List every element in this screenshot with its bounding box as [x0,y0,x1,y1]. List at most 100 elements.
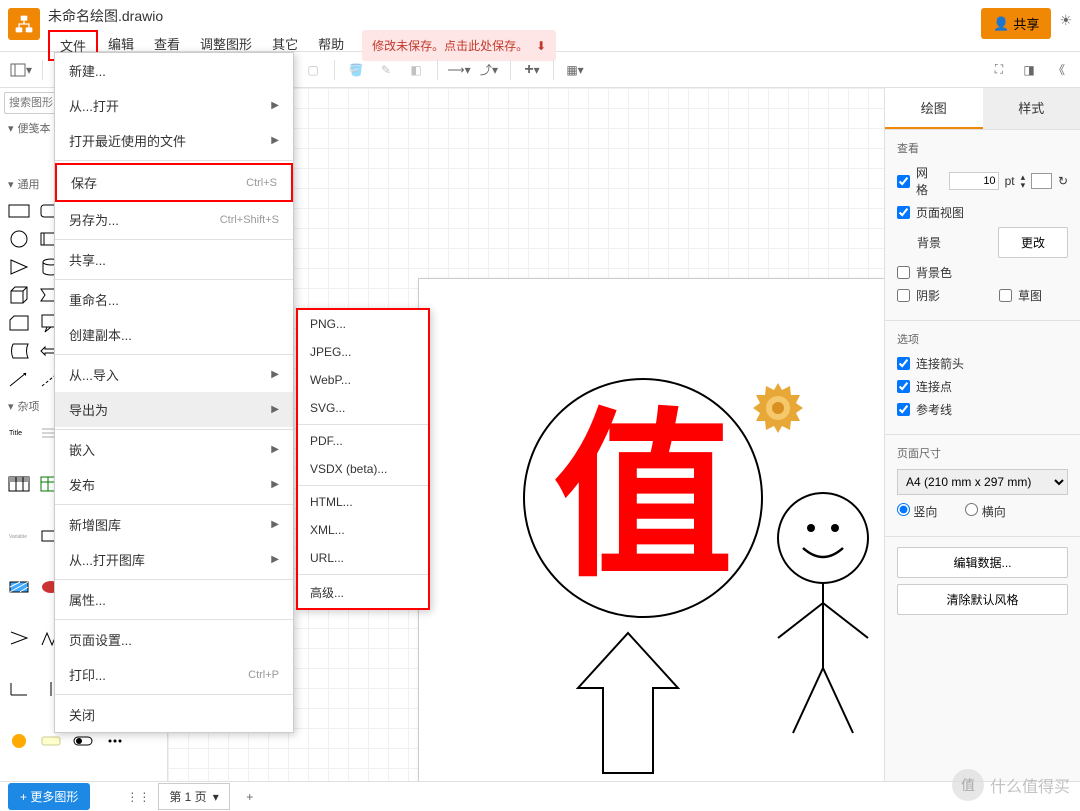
line-color-icon[interactable]: ✎ [373,57,399,83]
page-format-select[interactable]: A4 (210 mm x 297 mm) [897,469,1068,495]
more-shapes-button[interactable]: + 更多图形 [8,783,90,810]
clear-style-button[interactable]: 清除默认风格 [897,584,1068,615]
menu-import[interactable]: 从...导入▶ [55,357,293,392]
waypoint-icon[interactable]: ⤴▾ [476,57,502,83]
canvas-zhi-circle[interactable]: 值 [523,378,763,618]
canvas-gear[interactable] [748,378,808,438]
export-png[interactable]: PNG... [298,310,428,338]
menu-props[interactable]: 属性... [55,582,293,617]
shape-misc-line2[interactable] [4,676,34,702]
bgcolor-label: 背景色 [916,264,952,281]
shape-misc-hatch1[interactable] [4,574,34,600]
shape-card[interactable] [4,310,34,336]
conn-arrows-checkbox[interactable] [897,357,910,370]
tab-style[interactable]: 样式 [983,88,1080,129]
pageview-checkbox[interactable] [897,206,910,219]
menu-open-from[interactable]: 从...打开▶ [55,88,293,123]
export-svg[interactable]: SVG... [298,394,428,422]
watermark-text: 什么值得买 [990,773,1070,797]
menu-rename[interactable]: 重命名... [55,282,293,317]
shape-misc-table2[interactable] [4,471,34,497]
svg-text:Variable: Variable [9,534,27,540]
menu-new[interactable]: 新建... [55,53,293,88]
shape-line-arrow1[interactable] [4,366,34,392]
format-panel: 绘图 样式 查看 网格 pt ▴▾ ↻ 页面视图 背景 [884,88,1080,781]
change-bg-button[interactable]: 更改 [998,227,1068,258]
grid-checkbox[interactable] [897,175,910,188]
shape-misc-angle[interactable] [4,625,34,651]
add-page-icon[interactable]: + [238,785,262,809]
menu-page-setup[interactable]: 页面设置... [55,622,293,657]
landscape-radio[interactable] [965,503,978,516]
collapse-icon[interactable]: 《 [1046,57,1072,83]
connection-icon[interactable]: ⟶▾ [446,57,472,83]
export-url[interactable]: URL... [298,544,428,572]
app-logo[interactable] [8,8,40,40]
add-icon[interactable]: +▾ [519,57,545,83]
table-icon[interactable]: ▦▾ [562,57,588,83]
watermark-icon: 值 [952,769,984,801]
export-html[interactable]: HTML... [298,488,428,516]
fullscreen-icon[interactable]: ⛶ [986,57,1012,83]
sketch-checkbox[interactable] [999,289,1012,302]
menu-close[interactable]: 关闭 [55,697,293,732]
export-xml[interactable]: XML... [298,516,428,544]
bgcolor-checkbox[interactable] [897,266,910,279]
menu-print[interactable]: 打印...Ctrl+P [55,657,293,692]
export-webp[interactable]: WebP... [298,366,428,394]
landscape-label: 横向 [982,505,1006,519]
shape-rect[interactable] [4,198,34,224]
export-vsdx[interactable]: VSDX (beta)... [298,455,428,483]
portrait-radio[interactable] [897,503,910,516]
guides-label: 参考线 [916,401,952,418]
chevron-right-icon: ▶ [271,369,279,380]
edit-data-button[interactable]: 编辑数据... [897,547,1068,578]
back-icon[interactable]: ▢ [300,57,326,83]
sidebar-toggle-icon[interactable]: ▾ [8,57,34,83]
theme-toggle-icon[interactable]: ☀ [1059,12,1072,29]
menu-open-lib[interactable]: 从...打开图库▶ [55,542,293,577]
page-menu-icon[interactable]: ⋮⋮ [126,785,150,809]
download-icon: ⬇ [536,39,546,53]
conn-points-checkbox[interactable] [897,380,910,393]
shape-circle[interactable] [4,226,34,252]
menu-save-as[interactable]: 另存为...Ctrl+Shift+S [55,202,293,237]
shape-misc-title[interactable]: Title [4,420,34,446]
menu-embed[interactable]: 嵌入▶ [55,432,293,467]
shadow-icon[interactable]: ◧ [403,57,429,83]
grid-color-swatch[interactable] [1031,173,1052,189]
shape-data-storage[interactable] [4,338,34,364]
fill-icon[interactable]: 🪣 [343,57,369,83]
svg-text:Title: Title [9,430,22,437]
canvas-stick-figure[interactable] [763,488,883,741]
chevron-down-icon: ▾ [213,790,219,804]
menu-share[interactable]: 共享... [55,242,293,277]
format-panel-icon[interactable]: ◨ [1016,57,1042,83]
export-pdf[interactable]: PDF... [298,427,428,455]
page-tab[interactable]: 第 1 页 ▾ [158,783,229,810]
shape-gear-gold2[interactable] [4,728,34,754]
menu-export[interactable]: 导出为▶ [55,392,293,427]
canvas-arrow[interactable] [568,628,688,781]
export-advanced[interactable]: 高级... [298,577,428,608]
grid-size-input[interactable] [949,172,999,190]
export-jpeg[interactable]: JPEG... [298,338,428,366]
menu-copy[interactable]: 创建副本... [55,317,293,352]
share-button[interactable]: 👤 共享 [981,8,1051,39]
filename[interactable]: 未命名绘图.drawio [48,4,981,30]
grid-reset-icon[interactable]: ↻ [1058,174,1068,188]
shadow-checkbox[interactable] [897,289,910,302]
guides-checkbox[interactable] [897,403,910,416]
watermark: 值 什么值得买 [952,769,1070,801]
menu-save[interactable]: 保存Ctrl+S [55,163,293,202]
person-icon: 👤 [993,16,1009,32]
shape-triangle[interactable] [4,254,34,280]
grid-label: 网格 [916,164,937,198]
menu-new-lib[interactable]: 新增图库▶ [55,507,293,542]
sketch-label: 草图 [1018,287,1042,304]
menu-open-recent[interactable]: 打开最近使用的文件▶ [55,123,293,158]
shape-cube[interactable] [4,282,34,308]
menu-publish[interactable]: 发布▶ [55,467,293,502]
shape-misc-var[interactable]: Variable [4,523,34,549]
tab-draw[interactable]: 绘图 [885,88,983,129]
